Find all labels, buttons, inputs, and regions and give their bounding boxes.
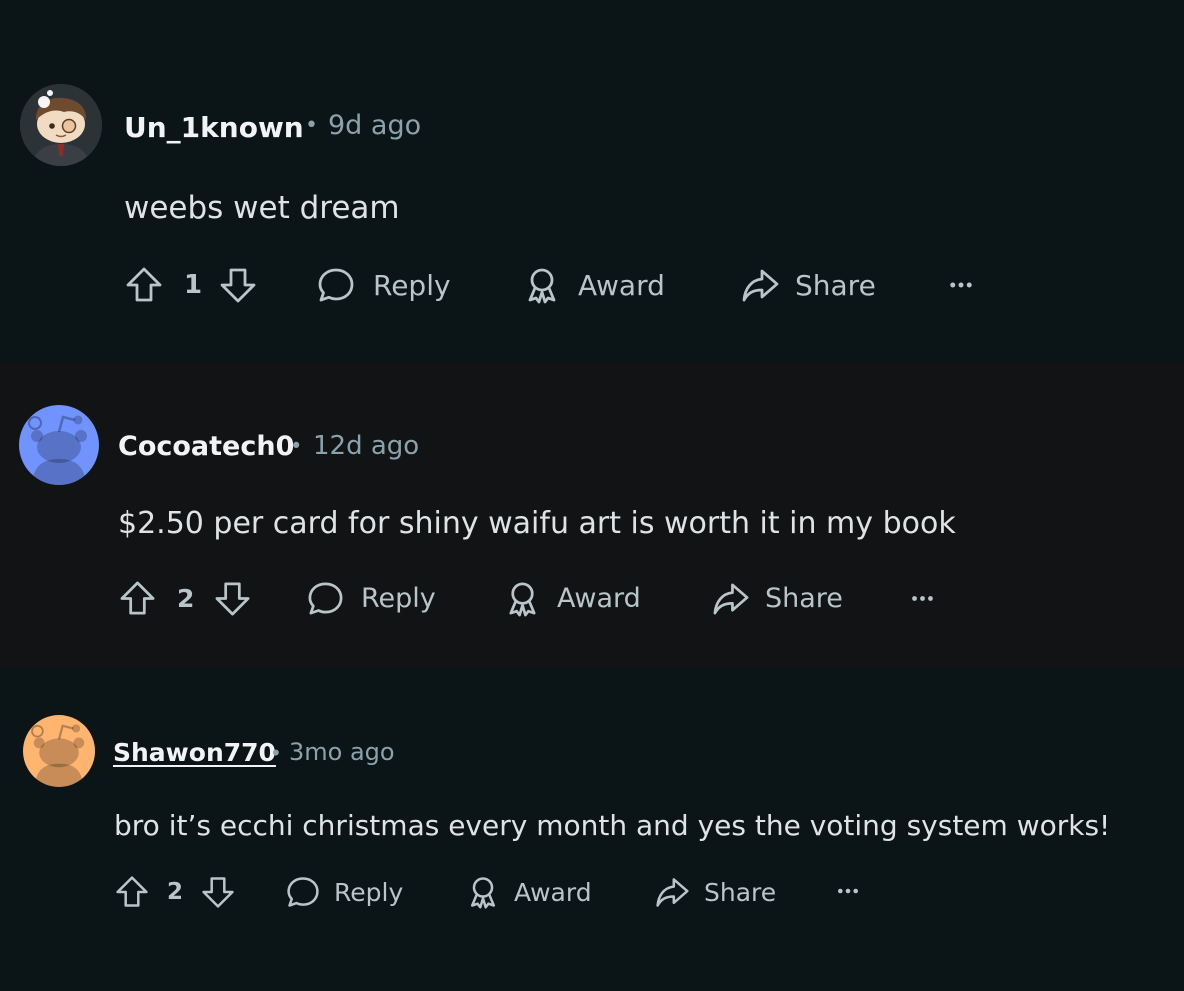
upvote-button[interactable] bbox=[124, 265, 164, 305]
default-snoo-avatar-icon bbox=[19, 405, 99, 485]
reply-bubble-icon bbox=[306, 579, 345, 618]
comment-author[interactable]: Un_1known bbox=[124, 111, 304, 144]
ellipsis-icon bbox=[908, 584, 937, 613]
comment-body: bro it’s ecchi christmas every month and… bbox=[114, 809, 1111, 842]
share-button[interactable]: Share bbox=[654, 874, 776, 910]
custom-snoo-avatar-icon bbox=[20, 84, 102, 166]
comment-body: weebs wet dream bbox=[124, 190, 400, 226]
share-arrow-icon bbox=[654, 874, 690, 910]
meta-separator: • bbox=[270, 741, 282, 765]
comment-author[interactable]: Shawon770 bbox=[113, 738, 276, 767]
award-button[interactable]: Award bbox=[522, 265, 665, 305]
award-icon bbox=[503, 579, 542, 618]
reply-label: Reply bbox=[373, 268, 451, 302]
comment-1 bbox=[0, 0, 1184, 362]
vote-score: 1 bbox=[184, 270, 203, 300]
more-options-button[interactable] bbox=[946, 270, 976, 300]
downvote-icon bbox=[200, 874, 236, 910]
vote-score: 2 bbox=[167, 879, 184, 905]
reply-button[interactable]: Reply bbox=[316, 265, 451, 305]
reply-button[interactable]: Reply bbox=[306, 579, 436, 618]
share-button[interactable]: Share bbox=[740, 265, 876, 305]
share-label: Share bbox=[795, 268, 876, 302]
more-options-button[interactable] bbox=[834, 877, 862, 905]
upvote-button[interactable] bbox=[118, 579, 157, 618]
downvote-button[interactable] bbox=[218, 265, 258, 305]
downvote-button[interactable] bbox=[200, 874, 236, 910]
upvote-icon bbox=[114, 874, 150, 910]
meta-separator: • bbox=[305, 113, 318, 138]
vote-score: 2 bbox=[177, 584, 195, 613]
award-icon bbox=[465, 874, 501, 910]
ellipsis-icon bbox=[946, 270, 976, 300]
comment-body: $2.50 per card for shiny waifu art is wo… bbox=[118, 506, 956, 541]
comment-timestamp[interactable]: 12d ago bbox=[313, 431, 419, 461]
award-label: Award bbox=[578, 268, 665, 302]
share-button[interactable]: Share bbox=[711, 579, 843, 618]
comment-timestamp[interactable]: 3mo ago bbox=[289, 738, 395, 766]
upvote-icon bbox=[124, 265, 164, 305]
meta-separator: • bbox=[290, 434, 303, 458]
award-button[interactable]: Award bbox=[503, 579, 641, 618]
downvote-icon bbox=[218, 265, 258, 305]
reply-button[interactable]: Reply bbox=[285, 874, 403, 910]
downvote-icon bbox=[213, 579, 252, 618]
share-arrow-icon bbox=[711, 579, 750, 618]
share-label: Share bbox=[765, 583, 843, 614]
downvote-button[interactable] bbox=[213, 579, 252, 618]
reply-bubble-icon bbox=[285, 874, 321, 910]
share-label: Share bbox=[704, 877, 777, 907]
upvote-icon bbox=[118, 579, 157, 618]
upvote-button[interactable] bbox=[114, 874, 150, 910]
user-avatar[interactable] bbox=[19, 405, 99, 485]
award-label: Award bbox=[514, 877, 592, 907]
more-options-button[interactable] bbox=[908, 584, 937, 613]
award-icon bbox=[522, 265, 562, 305]
user-avatar[interactable] bbox=[20, 84, 102, 166]
default-snoo-avatar-icon bbox=[23, 715, 95, 787]
reply-label: Reply bbox=[334, 877, 404, 907]
user-avatar[interactable] bbox=[23, 715, 95, 787]
award-label: Award bbox=[557, 583, 641, 614]
reply-bubble-icon bbox=[316, 265, 356, 305]
award-button[interactable]: Award bbox=[465, 874, 592, 910]
reply-label: Reply bbox=[361, 583, 436, 614]
comment-timestamp[interactable]: 9d ago bbox=[328, 110, 421, 141]
share-arrow-icon bbox=[740, 265, 780, 305]
comment-author[interactable]: Cocoatech0 bbox=[118, 431, 294, 462]
ellipsis-icon bbox=[834, 877, 862, 905]
